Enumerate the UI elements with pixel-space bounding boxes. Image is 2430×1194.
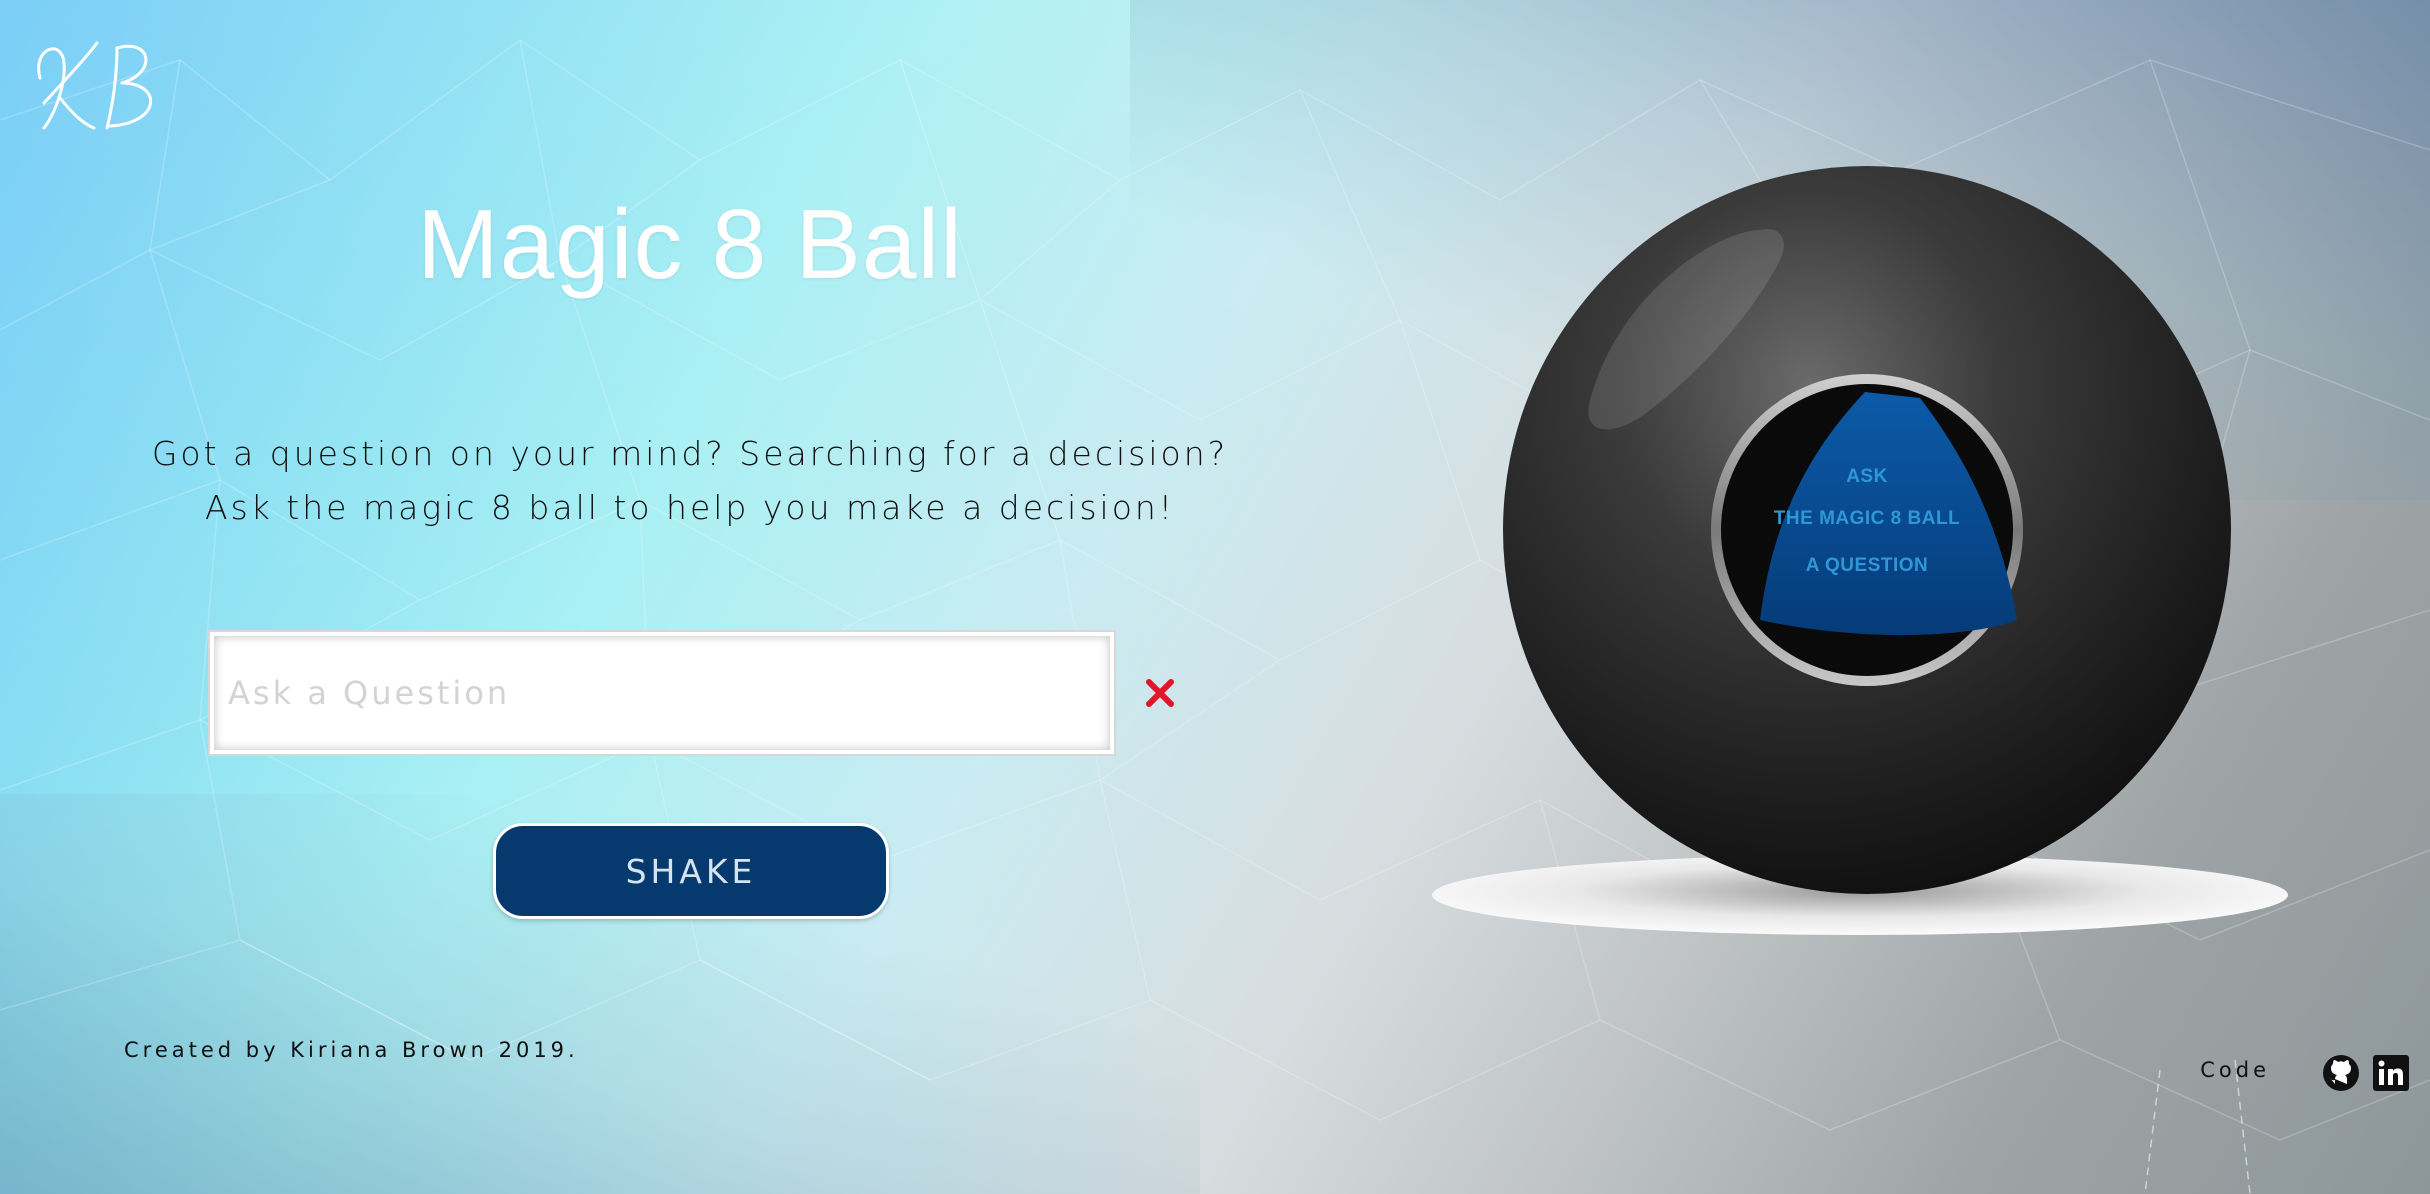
ball-text-line1: ASK	[1846, 466, 1888, 487]
magic-8-ball[interactable]: ASK THE MAGIC 8 BALL A QUESTION	[1420, 150, 2320, 950]
code-label: Code	[2200, 1058, 2270, 1082]
linkedin-icon[interactable]	[2372, 1054, 2410, 1092]
kb-logo[interactable]: KB	[22, 28, 182, 138]
close-icon[interactable]	[1140, 673, 1180, 713]
page-title: Magic 8 Ball	[417, 189, 963, 299]
shake-button[interactable]: SHAKE	[493, 823, 889, 919]
ball-graphic	[1432, 166, 2288, 935]
question-input[interactable]	[208, 630, 1116, 756]
ball-text-line2: THE MAGIC 8 BALL	[1773, 508, 1961, 529]
github-icon[interactable]	[2322, 1054, 2360, 1092]
ball-text-line3: A QUESTION	[1805, 555, 1929, 576]
footer-credit: Created by Kiriana Brown 2019.	[124, 1038, 579, 1062]
intro-text: Got a question on your mind? Searching f…	[151, 434, 1229, 527]
